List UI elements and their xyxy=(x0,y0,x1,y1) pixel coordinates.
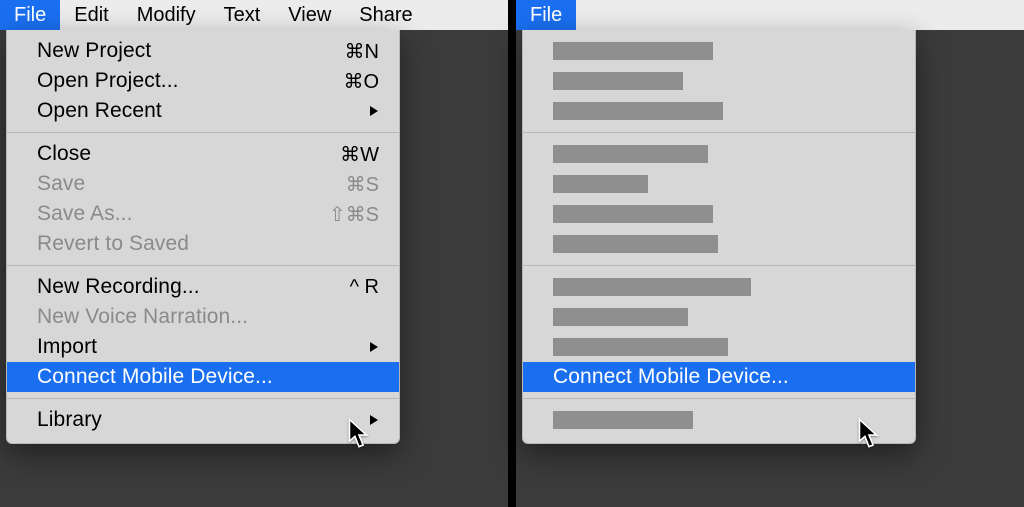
menu-item-import[interactable]: Import xyxy=(7,332,399,362)
menu-item-revert-to-saved: Revert to Saved xyxy=(7,229,399,259)
placeholder-bar xyxy=(553,175,648,193)
submenu-arrow-icon xyxy=(369,341,379,353)
menu-item-label: Library xyxy=(37,408,361,432)
menu-item-save: Save ⌘S xyxy=(7,169,399,199)
menu-item-placeholder[interactable] xyxy=(523,405,915,435)
placeholder-bar xyxy=(553,338,728,356)
menu-item-shortcut: ⌘O xyxy=(323,69,379,94)
menu-item-shortcut: ⌘N xyxy=(323,39,379,64)
menu-separator xyxy=(7,265,399,266)
menu-item-placeholder[interactable] xyxy=(523,332,915,362)
menu-separator xyxy=(523,265,915,266)
menu-item-label: Open Recent xyxy=(37,99,361,123)
menu-item-open-project[interactable]: Open Project... ⌘O xyxy=(7,66,399,96)
menubar-item-modify[interactable]: Modify xyxy=(123,0,210,30)
placeholder-bar xyxy=(553,278,751,296)
menu-item-new-project[interactable]: New Project ⌘N xyxy=(7,36,399,66)
menu-item-label: Save xyxy=(37,172,315,196)
menubar: File xyxy=(516,0,1024,30)
menu-item-shortcut: ⌘W xyxy=(323,142,379,167)
menubar-item-label: Share xyxy=(359,4,412,27)
placeholder-bar xyxy=(553,102,723,120)
menu-item-placeholder[interactable] xyxy=(523,139,915,169)
menubar-item-share[interactable]: Share xyxy=(345,0,426,30)
menubar-item-label: View xyxy=(288,4,331,27)
menu-separator xyxy=(523,132,915,133)
submenu-arrow-icon xyxy=(369,105,379,117)
placeholder-bar xyxy=(553,411,693,429)
menubar-item-text[interactable]: Text xyxy=(210,0,275,30)
menu-item-placeholder[interactable] xyxy=(523,36,915,66)
menu-item-label: Revert to Saved xyxy=(37,232,379,256)
menu-item-placeholder[interactable] xyxy=(523,272,915,302)
menu-item-label: New Project xyxy=(37,39,315,63)
menu-item-shortcut: ⇧⌘S xyxy=(323,202,379,227)
menu-item-placeholder[interactable] xyxy=(523,169,915,199)
menu-separator xyxy=(7,398,399,399)
menu-item-save-as: Save As... ⇧⌘S xyxy=(7,199,399,229)
menu-item-new-voice-narration: New Voice Narration... xyxy=(7,302,399,332)
menu-item-placeholder[interactable] xyxy=(523,229,915,259)
placeholder-bar xyxy=(553,205,713,223)
menubar-item-label: Text xyxy=(224,4,261,27)
menu-item-placeholder[interactable] xyxy=(523,302,915,332)
menu-item-open-recent[interactable]: Open Recent xyxy=(7,96,399,126)
menu-item-label: Connect Mobile Device... xyxy=(553,365,895,389)
menu-item-label: Connect Mobile Device... xyxy=(37,365,379,389)
placeholder-bar xyxy=(553,235,718,253)
menu-item-placeholder[interactable] xyxy=(523,199,915,229)
submenu-arrow-icon xyxy=(369,414,379,426)
menubar-item-label: Modify xyxy=(137,4,196,27)
placeholder-bar xyxy=(553,72,683,90)
menu-item-shortcut: ⌘S xyxy=(323,172,379,197)
menubar-item-edit[interactable]: Edit xyxy=(60,0,122,30)
menu-separator xyxy=(7,132,399,133)
placeholder-bar xyxy=(553,42,713,60)
menu-item-connect-mobile-device[interactable]: Connect Mobile Device... xyxy=(7,362,399,392)
placeholder-bar xyxy=(553,145,708,163)
menu-item-label: New Voice Narration... xyxy=(37,305,379,329)
file-menu-dropdown-redacted: Connect Mobile Device... xyxy=(522,30,916,444)
menu-item-shortcut: ^ R xyxy=(323,276,379,299)
menu-item-label: Save As... xyxy=(37,202,315,226)
menubar-item-file[interactable]: File xyxy=(516,0,576,30)
placeholder-bar xyxy=(553,308,688,326)
menu-item-new-recording[interactable]: New Recording... ^ R xyxy=(7,272,399,302)
menu-item-placeholder[interactable] xyxy=(523,96,915,126)
menu-item-library[interactable]: Library xyxy=(7,405,399,435)
menu-item-label: Import xyxy=(37,335,361,359)
menubar: File Edit Modify Text View Share xyxy=(0,0,508,30)
menubar-item-file[interactable]: File xyxy=(0,0,60,30)
menu-item-close[interactable]: Close ⌘W xyxy=(7,139,399,169)
menu-item-connect-mobile-device[interactable]: Connect Mobile Device... xyxy=(523,362,915,392)
menubar-item-label: File xyxy=(530,4,562,27)
menu-separator xyxy=(523,398,915,399)
menu-item-placeholder[interactable] xyxy=(523,66,915,96)
menu-item-label: Open Project... xyxy=(37,69,315,93)
menu-item-label: Close xyxy=(37,142,315,166)
menubar-item-label: Edit xyxy=(74,4,108,27)
menubar-item-view[interactable]: View xyxy=(274,0,345,30)
file-menu-dropdown: New Project ⌘N Open Project... ⌘O Open Recen… xyxy=(6,30,400,444)
menubar-item-label: File xyxy=(14,4,46,27)
menu-item-label: New Recording... xyxy=(37,275,315,299)
